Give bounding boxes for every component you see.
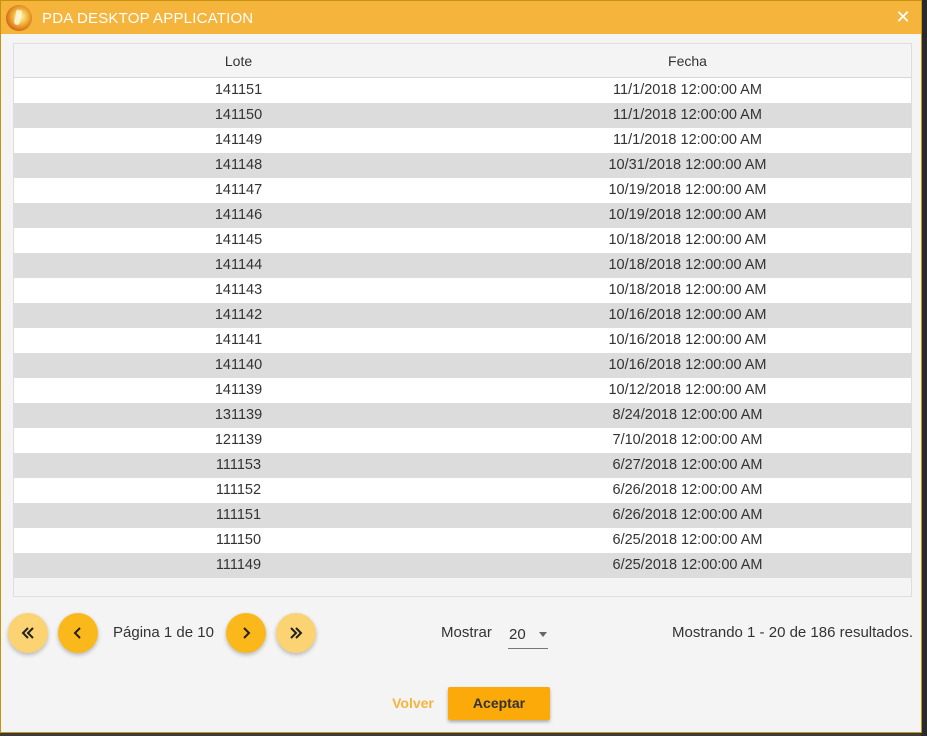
cell-lote: 111151 (215, 507, 262, 523)
cell-lote: 141143 (214, 282, 263, 298)
table-row[interactable]: 131139 8/24/2018 12:00:00 AM (14, 403, 911, 428)
table-header: Lote Fecha (14, 44, 911, 78)
cell-lote: 141148 (214, 157, 263, 173)
last-page-button[interactable] (276, 613, 316, 653)
cell-fecha: 6/25/2018 12:00:00 AM (612, 557, 763, 573)
cell-lote: 141146 (214, 207, 263, 223)
cell-fecha: 10/18/2018 12:00:00 AM (608, 257, 767, 273)
cell-lote: 141150 (214, 107, 263, 123)
dialog-window: PDA DESKTOP APPLICATION ✕ Lote Fecha 141… (0, 0, 922, 733)
cell-fecha: 6/26/2018 12:00:00 AM (612, 482, 763, 498)
table-row[interactable]: 141142 10/16/2018 12:00:00 AM (14, 303, 911, 328)
table-row[interactable]: 141151 11/1/2018 12:00:00 AM (14, 78, 911, 103)
table-row[interactable]: 111151 6/26/2018 12:00:00 AM (14, 503, 911, 528)
cell-fecha: 10/19/2018 12:00:00 AM (608, 182, 767, 198)
table-row[interactable]: 141143 10/18/2018 12:00:00 AM (14, 278, 911, 303)
cell-fecha: 11/1/2018 12:00:00 AM (613, 132, 762, 148)
table-row[interactable]: 141148 10/31/2018 12:00:00 AM (14, 153, 911, 178)
table-row[interactable]: 141147 10/19/2018 12:00:00 AM (14, 178, 911, 203)
table-row[interactable]: 141150 11/1/2018 12:00:00 AM (14, 103, 911, 128)
previous-page-button[interactable] (58, 613, 98, 653)
cell-fecha: 6/25/2018 12:00:00 AM (612, 532, 763, 548)
chevron-right-icon (243, 627, 251, 639)
cell-fecha: 7/10/2018 12:00:00 AM (612, 432, 763, 448)
cell-fecha: 11/1/2018 12:00:00 AM (613, 82, 762, 98)
table-row[interactable]: 141145 10/18/2018 12:00:00 AM (14, 228, 911, 253)
cell-fecha: 10/16/2018 12:00:00 AM (608, 307, 767, 323)
cell-fecha: 11/1/2018 12:00:00 AM (613, 107, 762, 123)
cell-lote: 121139 (214, 432, 263, 448)
table-row[interactable]: 141149 11/1/2018 12:00:00 AM (14, 128, 911, 153)
cell-lote: 141140 (214, 357, 263, 373)
cell-lote: 141151 (214, 82, 263, 98)
cell-fecha: 8/24/2018 12:00:00 AM (612, 407, 763, 423)
next-page-button[interactable] (226, 613, 266, 653)
cell-fecha: 10/12/2018 12:00:00 AM (608, 382, 767, 398)
pagination-bar: Página 1 de 10 Mostrar 20 Mostrando 1 - … (1, 609, 923, 659)
table-body: 141151 11/1/2018 12:00:00 AM 141150 11/1/20… (14, 78, 911, 578)
cell-lote: 111152 (215, 482, 262, 498)
per-page-value: 20 (509, 626, 526, 643)
table-row[interactable]: 111153 6/27/2018 12:00:00 AM (14, 453, 911, 478)
cell-lote: 141147 (214, 182, 263, 198)
cell-lote: 131139 (214, 407, 263, 423)
cell-fecha: 6/27/2018 12:00:00 AM (612, 457, 763, 473)
cell-fecha: 10/16/2018 12:00:00 AM (608, 357, 767, 373)
per-page-select[interactable]: 20 (508, 621, 548, 649)
aceptar-button[interactable]: Aceptar (448, 687, 550, 720)
first-page-button[interactable] (8, 613, 48, 653)
cell-lote: 111153 (215, 457, 262, 473)
table-row[interactable]: 141141 10/16/2018 12:00:00 AM (14, 328, 911, 353)
cell-fecha: 10/19/2018 12:00:00 AM (608, 207, 767, 223)
app-logo-icon (6, 5, 32, 31)
double-chevron-right-icon (290, 627, 303, 639)
table-row[interactable]: 111150 6/25/2018 12:00:00 AM (14, 528, 911, 553)
cell-lote: 141145 (214, 232, 263, 248)
window-title: PDA DESKTOP APPLICATION (42, 10, 254, 27)
cell-lote: 141149 (214, 132, 263, 148)
table-row[interactable]: 111152 6/26/2018 12:00:00 AM (14, 478, 911, 503)
table-row[interactable]: 141144 10/18/2018 12:00:00 AM (14, 253, 911, 278)
table-row[interactable]: 111149 6/25/2018 12:00:00 AM (14, 553, 911, 578)
results-summary: Mostrando 1 - 20 de 186 resultados. (672, 624, 913, 641)
cell-lote: 111149 (215, 557, 262, 573)
table-row[interactable]: 141139 10/12/2018 12:00:00 AM (14, 378, 911, 403)
cell-fecha: 10/18/2018 12:00:00 AM (608, 282, 767, 298)
double-chevron-left-icon (21, 627, 34, 639)
page-indicator: Página 1 de 10 (113, 624, 214, 641)
cell-lote: 111150 (215, 532, 262, 548)
table-row[interactable]: 141146 10/19/2018 12:00:00 AM (14, 203, 911, 228)
close-icon[interactable]: ✕ (894, 8, 912, 26)
column-header-fecha[interactable]: Fecha (463, 53, 911, 69)
table-row[interactable]: 121139 7/10/2018 12:00:00 AM (14, 428, 911, 453)
cell-lote: 141139 (214, 382, 263, 398)
cell-lote: 141142 (214, 307, 263, 323)
title-bar[interactable]: PDA DESKTOP APPLICATION ✕ (1, 1, 921, 34)
cell-fecha: 10/31/2018 12:00:00 AM (608, 157, 767, 173)
cell-fecha: 6/26/2018 12:00:00 AM (612, 507, 763, 523)
volver-button[interactable]: Volver (385, 687, 441, 720)
column-header-lote[interactable]: Lote (14, 53, 463, 69)
results-table: Lote Fecha 141151 11/1/2018 12:00:00 AM 14… (13, 43, 912, 597)
table-row[interactable]: 141140 10/16/2018 12:00:00 AM (14, 353, 911, 378)
cell-lote: 141141 (214, 332, 263, 348)
cell-fecha: 10/16/2018 12:00:00 AM (608, 332, 767, 348)
cell-fecha: 10/18/2018 12:00:00 AM (608, 232, 767, 248)
cell-lote: 141144 (214, 257, 263, 273)
chevron-left-icon (73, 627, 81, 639)
caret-down-icon (539, 632, 547, 637)
mostrar-label: Mostrar (441, 624, 492, 641)
